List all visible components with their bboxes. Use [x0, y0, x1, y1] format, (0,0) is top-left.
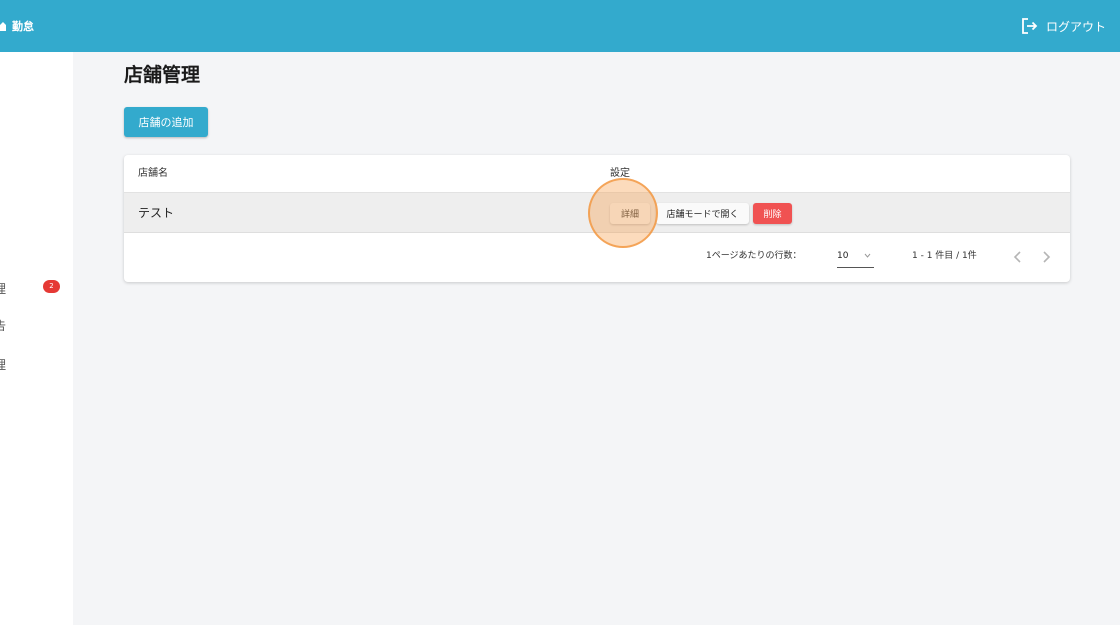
column-header-settings: 設定	[610, 168, 630, 179]
chevron-down-icon	[864, 253, 871, 258]
logout-icon	[1022, 18, 1038, 34]
logout-button[interactable]: ログアウト	[1020, 14, 1106, 38]
notification-badge: 2	[43, 280, 60, 293]
logout-label: ログアウト	[1045, 19, 1106, 34]
rows-per-page-label: 1ページあたりの行数：	[706, 251, 802, 261]
sidebar-item-1[interactable]: 理	[0, 280, 8, 294]
app-brand[interactable]: 勤怠	[0, 17, 34, 35]
home-icon	[0, 22, 6, 31]
table-row: テスト 詳細 店舗モードで開く 削除	[124, 193, 1070, 233]
sidebar: 理 2 告 理	[0, 52, 73, 625]
rows-per-page-select[interactable]: 10	[837, 244, 874, 268]
detail-button[interactable]: 詳細	[610, 203, 650, 224]
column-header-store-name: 店舗名	[138, 168, 168, 179]
chevron-left-icon	[1013, 251, 1021, 263]
open-store-mode-button[interactable]: 店舗モードで開く	[656, 203, 749, 224]
rows-per-page-value: 10	[837, 251, 849, 261]
next-page-button[interactable]	[1038, 248, 1054, 266]
chevron-right-icon	[1043, 251, 1051, 263]
top-app-bar: 勤怠 ログアウト	[0, 0, 1120, 52]
store-name-cell: テスト	[138, 206, 175, 220]
delete-button[interactable]: 削除	[753, 203, 792, 224]
table-header-row: 店舗名 設定	[124, 155, 1070, 193]
sidebar-item-3[interactable]: 理	[0, 356, 8, 370]
stores-table: 店舗名 設定 テスト 詳細 店舗モードで開く 削除 1ページあたりの行数： 10…	[124, 155, 1070, 282]
sidebar-item-2[interactable]: 告	[0, 317, 8, 331]
page-title: 店舗管理	[124, 64, 201, 86]
previous-page-button[interactable]	[1010, 248, 1026, 266]
brand-text: 勤怠	[12, 20, 34, 33]
table-pagination: 1ページあたりの行数： 10 1 - 1 件目 / 1件	[124, 234, 1070, 282]
add-store-button[interactable]: 店舗の追加	[124, 107, 208, 137]
pagination-range: 1 - 1 件目 / 1件	[912, 251, 977, 261]
